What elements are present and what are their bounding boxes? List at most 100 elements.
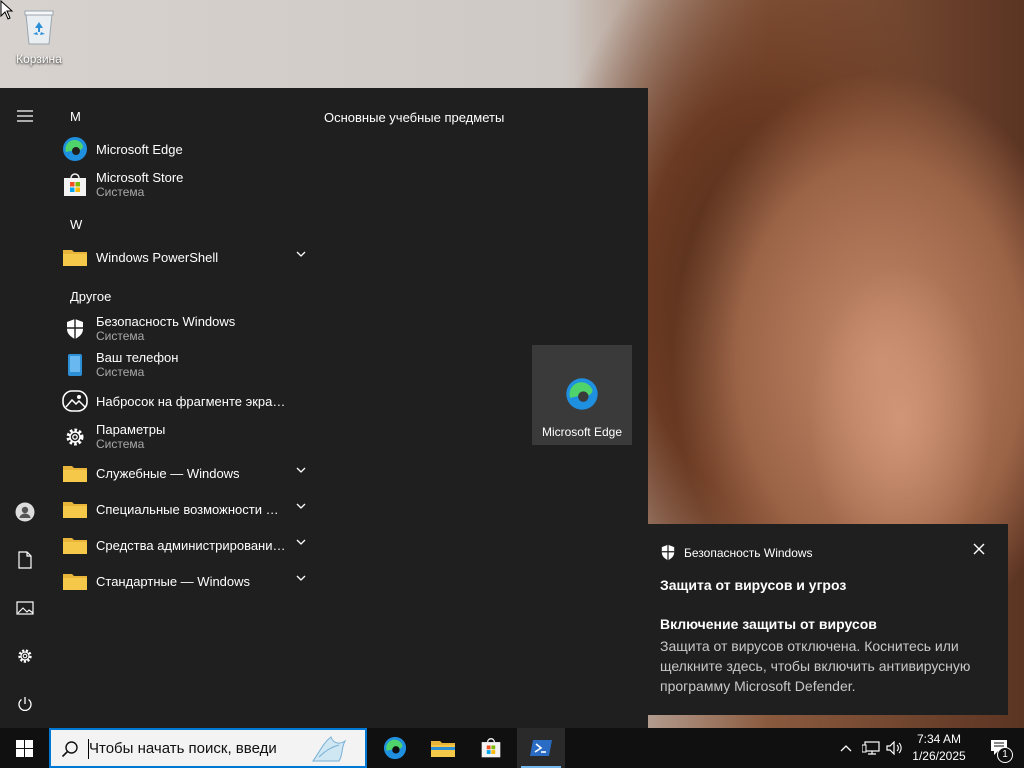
app-microsoft-store[interactable]: Microsoft Store Система bbox=[62, 167, 312, 203]
pictures-button[interactable] bbox=[0, 588, 50, 628]
notification-count-badge: 1 bbox=[997, 747, 1013, 763]
folder-name: Windows PowerShell bbox=[96, 249, 219, 265]
folder-icon bbox=[62, 244, 88, 270]
clock-date: 1/26/2025 bbox=[912, 749, 966, 763]
folder-icon bbox=[62, 496, 88, 522]
action-center-button[interactable]: 1 bbox=[980, 728, 1020, 768]
windows-logo-icon bbox=[15, 739, 33, 757]
app-subtitle: Система bbox=[96, 329, 145, 343]
hamburger-menu-button[interactable] bbox=[0, 96, 50, 136]
user-account-button[interactable] bbox=[0, 492, 50, 532]
documents-button[interactable] bbox=[0, 540, 50, 580]
folder-windows-tools[interactable]: Служебные — Windows bbox=[62, 455, 312, 491]
toast-title: Защита от вирусов и угроз bbox=[660, 577, 847, 593]
toast-body: Защита от вирусов отключена. Коснитесь и… bbox=[660, 638, 971, 694]
hamburger-icon bbox=[17, 110, 33, 122]
start-button[interactable] bbox=[0, 728, 48, 768]
folder-icon bbox=[62, 568, 88, 594]
show-hidden-icons-button[interactable] bbox=[836, 728, 856, 768]
document-icon bbox=[18, 551, 32, 569]
chevron-down-icon bbox=[296, 539, 306, 545]
start-rail bbox=[0, 88, 50, 728]
folder-admin-tools[interactable]: Средства администрирования W... bbox=[62, 527, 312, 563]
toast-app-name: Безопасность Windows bbox=[684, 545, 813, 560]
app-snip-and-sketch[interactable]: Набросок на фрагменте экрана bbox=[62, 383, 312, 419]
user-icon bbox=[15, 502, 35, 522]
app-subtitle: Система bbox=[96, 185, 145, 199]
app-your-phone[interactable]: Ваш телефон Система bbox=[62, 347, 312, 383]
search-icon bbox=[61, 741, 78, 758]
app-name: Набросок на фрагменте экрана bbox=[96, 393, 286, 409]
notification-count: 1 bbox=[1002, 749, 1008, 760]
network-button[interactable] bbox=[860, 728, 882, 768]
chevron-down-icon bbox=[296, 251, 306, 257]
start-menu: M Microsoft Edge Microsoft Store Система… bbox=[0, 88, 648, 728]
tile-label: Microsoft Edge bbox=[541, 425, 623, 439]
folder-name: Средства администрирования W... bbox=[96, 537, 286, 553]
app-name: Параметры bbox=[96, 422, 166, 437]
shield-icon bbox=[661, 544, 675, 561]
section-letter-w[interactable]: W bbox=[70, 217, 82, 232]
section-other[interactable]: Другое bbox=[70, 289, 111, 304]
chevron-down-icon bbox=[296, 575, 306, 581]
close-icon bbox=[973, 543, 985, 555]
folder-icon bbox=[431, 741, 455, 757]
app-microsoft-edge[interactable]: Microsoft Edge bbox=[62, 131, 312, 167]
taskbar-edge-button[interactable] bbox=[371, 728, 419, 768]
toast-close-button[interactable] bbox=[972, 542, 986, 556]
folder-windows-powershell[interactable]: Windows PowerShell bbox=[62, 239, 312, 275]
store-icon bbox=[481, 738, 501, 758]
app-name: Microsoft Store bbox=[96, 170, 184, 185]
tile-microsoft-edge[interactable]: Microsoft Edge bbox=[532, 345, 632, 445]
folder-icon bbox=[62, 532, 88, 558]
folder-name: Стандартные — Windows bbox=[96, 573, 251, 589]
settings-rail-button[interactable] bbox=[0, 636, 50, 676]
taskbar-powershell-button[interactable] bbox=[517, 728, 565, 768]
edge-icon bbox=[566, 378, 598, 410]
network-icon bbox=[862, 741, 880, 755]
search-box[interactable]: Чтобы начать поиск, введи bbox=[49, 728, 367, 768]
taskbar-store-button[interactable] bbox=[467, 728, 515, 768]
section-letter-m[interactable]: M bbox=[70, 109, 81, 124]
folder-icon bbox=[62, 460, 88, 486]
toast-heading: Включение защиты от вирусов bbox=[660, 616, 877, 632]
app-subtitle: Система bbox=[96, 437, 145, 451]
store-icon bbox=[62, 172, 88, 198]
folder-name: Специальные возможности Win... bbox=[96, 501, 286, 517]
edge-icon bbox=[62, 136, 88, 162]
shield-icon bbox=[62, 316, 88, 342]
taskbar-clock[interactable]: 7:34 AM 1/26/2025 bbox=[900, 731, 978, 765]
app-name: Ваш телефон bbox=[96, 350, 179, 365]
app-windows-security[interactable]: Безопасность Windows Система bbox=[62, 311, 312, 347]
picture-icon bbox=[16, 601, 34, 615]
clock-time: 7:34 AM bbox=[916, 732, 962, 746]
toast-header: Безопасность Windows bbox=[660, 544, 813, 561]
mouse-cursor-icon bbox=[0, 0, 14, 20]
app-list: M Microsoft Edge Microsoft Store Система… bbox=[50, 88, 308, 728]
app-settings[interactable]: Параметры Система bbox=[62, 419, 312, 455]
chevron-up-icon bbox=[840, 745, 852, 752]
tile-group-title[interactable]: Основные учебные предметы bbox=[324, 110, 504, 125]
folder-name: Служебные — Windows bbox=[96, 465, 240, 481]
folder-accessibility[interactable]: Специальные возможности Win... bbox=[62, 491, 312, 527]
search-placeholder: Чтобы начать поиск, введи bbox=[89, 740, 277, 757]
power-icon bbox=[18, 697, 32, 711]
gear-icon bbox=[62, 424, 88, 450]
powershell-icon bbox=[530, 740, 552, 756]
recycle-bin-label: Корзина bbox=[16, 52, 62, 66]
taskbar-file-explorer-button[interactable] bbox=[419, 728, 467, 768]
recycle-bin-icon bbox=[22, 6, 56, 46]
app-name: Безопасность Windows bbox=[96, 314, 236, 329]
recycle-bin[interactable]: Корзина bbox=[10, 6, 68, 66]
app-name: Microsoft Edge bbox=[96, 141, 183, 157]
notification-toast[interactable]: Безопасность Windows Защита от вирусов и… bbox=[648, 524, 1008, 715]
chevron-down-icon bbox=[296, 467, 306, 473]
taskbar: Чтобы начать поиск, введи 7:34 AM 1/26/2… bbox=[0, 728, 1024, 768]
edge-icon bbox=[383, 736, 407, 760]
app-subtitle: Система bbox=[96, 365, 145, 379]
power-button[interactable] bbox=[0, 684, 50, 724]
snip-sketch-icon bbox=[62, 388, 88, 414]
chevron-down-icon bbox=[296, 503, 306, 509]
gear-icon bbox=[18, 649, 32, 663]
folder-windows-accessories[interactable]: Стандартные — Windows bbox=[62, 563, 312, 599]
